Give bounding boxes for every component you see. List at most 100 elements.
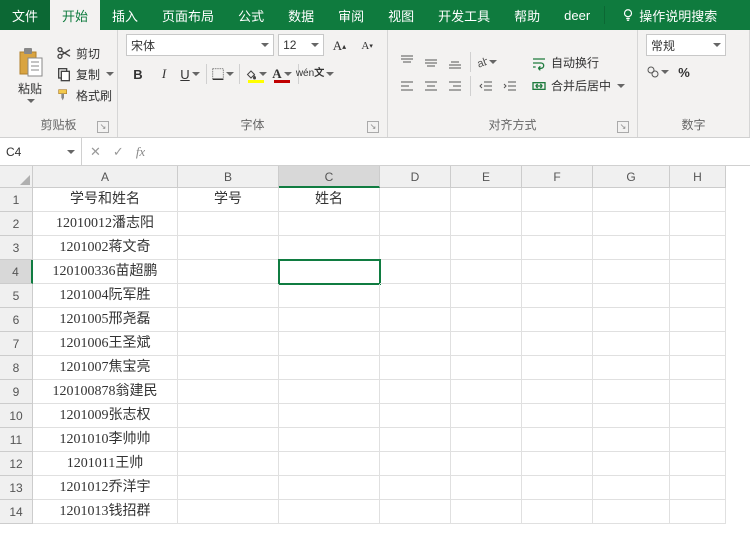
row-header[interactable]: 14: [0, 500, 33, 524]
cell-E3[interactable]: [451, 236, 522, 260]
cell-B13[interactable]: [178, 476, 279, 500]
decrease-font-button[interactable]: A▾: [355, 34, 379, 58]
cell-F6[interactable]: [522, 308, 593, 332]
cell-F9[interactable]: [522, 380, 593, 404]
cell-C9[interactable]: [279, 380, 380, 404]
cell-A3[interactable]: 1201002蒋文奇: [33, 236, 178, 260]
cell-F13[interactable]: [522, 476, 593, 500]
number-format-combo[interactable]: 常规: [646, 34, 726, 56]
cell-D5[interactable]: [380, 284, 451, 308]
cell-C4[interactable]: [279, 260, 380, 284]
row-header[interactable]: 10: [0, 404, 33, 428]
cell-B10[interactable]: [178, 404, 279, 428]
align-top-button[interactable]: [396, 52, 418, 72]
tab-review[interactable]: 审阅: [326, 0, 376, 30]
cell-F11[interactable]: [522, 428, 593, 452]
column-header-D[interactable]: D: [380, 166, 451, 188]
cell-H8[interactable]: [670, 356, 726, 380]
cell-G4[interactable]: [593, 260, 670, 284]
phonetic-button[interactable]: wén文: [303, 62, 327, 86]
align-center-button[interactable]: [420, 76, 442, 96]
cell-A5[interactable]: 1201004阮军胜: [33, 284, 178, 308]
cell-G9[interactable]: [593, 380, 670, 404]
cell-G6[interactable]: [593, 308, 670, 332]
cell-C5[interactable]: [279, 284, 380, 308]
tab-home[interactable]: 开始: [50, 0, 100, 30]
cell-H13[interactable]: [670, 476, 726, 500]
dialog-launcher-icon[interactable]: ↘: [617, 121, 629, 133]
cell-A12[interactable]: 1201011王帅: [33, 452, 178, 476]
cell-A4[interactable]: 120100336苗超鹏: [33, 260, 178, 284]
cell-F12[interactable]: [522, 452, 593, 476]
cell-B5[interactable]: [178, 284, 279, 308]
column-header-C[interactable]: C: [279, 166, 380, 188]
cell-B4[interactable]: [178, 260, 279, 284]
merge-center-button[interactable]: 合并后居中: [531, 76, 625, 95]
row-header[interactable]: 5: [0, 284, 33, 308]
cell-B14[interactable]: [178, 500, 279, 524]
cell-A8[interactable]: 1201007焦宝亮: [33, 356, 178, 380]
cell-G10[interactable]: [593, 404, 670, 428]
cell-C11[interactable]: [279, 428, 380, 452]
align-right-button[interactable]: [444, 76, 466, 96]
cell-B11[interactable]: [178, 428, 279, 452]
font-color-button[interactable]: A: [270, 62, 294, 86]
cell-A13[interactable]: 1201012乔洋宇: [33, 476, 178, 500]
row-header[interactable]: 2: [0, 212, 33, 236]
cell-C1[interactable]: 姓名: [279, 188, 380, 212]
copy-button[interactable]: 复制: [56, 65, 114, 84]
formula-input[interactable]: [153, 138, 750, 165]
cell-D10[interactable]: [380, 404, 451, 428]
cell-H5[interactable]: [670, 284, 726, 308]
cell-B8[interactable]: [178, 356, 279, 380]
cell-E13[interactable]: [451, 476, 522, 500]
cell-G3[interactable]: [593, 236, 670, 260]
border-button[interactable]: [211, 62, 235, 86]
cell-A11[interactable]: 1201010李帅帅: [33, 428, 178, 452]
dialog-launcher-icon[interactable]: ↘: [97, 121, 109, 133]
cell-H1[interactable]: [670, 188, 726, 212]
cell-F2[interactable]: [522, 212, 593, 236]
row-header[interactable]: 13: [0, 476, 33, 500]
cell-A1[interactable]: 学号和姓名: [33, 188, 178, 212]
cell-E9[interactable]: [451, 380, 522, 404]
row-header[interactable]: 7: [0, 332, 33, 356]
tab-formulas[interactable]: 公式: [226, 0, 276, 30]
cell-B1[interactable]: 学号: [178, 188, 279, 212]
cell-D6[interactable]: [380, 308, 451, 332]
orientation-button[interactable]: ab: [475, 52, 497, 72]
tab-dev[interactable]: 开发工具: [426, 0, 502, 30]
tab-deer[interactable]: deer: [552, 0, 602, 30]
cell-D7[interactable]: [380, 332, 451, 356]
cell-D13[interactable]: [380, 476, 451, 500]
cell-F8[interactable]: [522, 356, 593, 380]
accounting-format-button[interactable]: [646, 60, 670, 84]
cell-E5[interactable]: [451, 284, 522, 308]
cell-H3[interactable]: [670, 236, 726, 260]
cell-G5[interactable]: [593, 284, 670, 308]
column-header-B[interactable]: B: [178, 166, 279, 188]
cell-F7[interactable]: [522, 332, 593, 356]
decrease-indent-button[interactable]: [475, 76, 497, 96]
cell-D2[interactable]: [380, 212, 451, 236]
cell-B12[interactable]: [178, 452, 279, 476]
cell-F1[interactable]: [522, 188, 593, 212]
percent-button[interactable]: %: [672, 60, 696, 84]
cell-C3[interactable]: [279, 236, 380, 260]
cell-G2[interactable]: [593, 212, 670, 236]
cell-H6[interactable]: [670, 308, 726, 332]
cell-H14[interactable]: [670, 500, 726, 524]
row-header[interactable]: 6: [0, 308, 33, 332]
cell-E1[interactable]: [451, 188, 522, 212]
cell-A14[interactable]: 1201013钱招群: [33, 500, 178, 524]
row-header[interactable]: 11: [0, 428, 33, 452]
cell-H7[interactable]: [670, 332, 726, 356]
cell-G7[interactable]: [593, 332, 670, 356]
font-name-combo[interactable]: 宋体: [126, 34, 274, 56]
cell-G14[interactable]: [593, 500, 670, 524]
cell-G12[interactable]: [593, 452, 670, 476]
column-header-G[interactable]: G: [593, 166, 670, 188]
cell-C14[interactable]: [279, 500, 380, 524]
cell-C10[interactable]: [279, 404, 380, 428]
cell-E2[interactable]: [451, 212, 522, 236]
